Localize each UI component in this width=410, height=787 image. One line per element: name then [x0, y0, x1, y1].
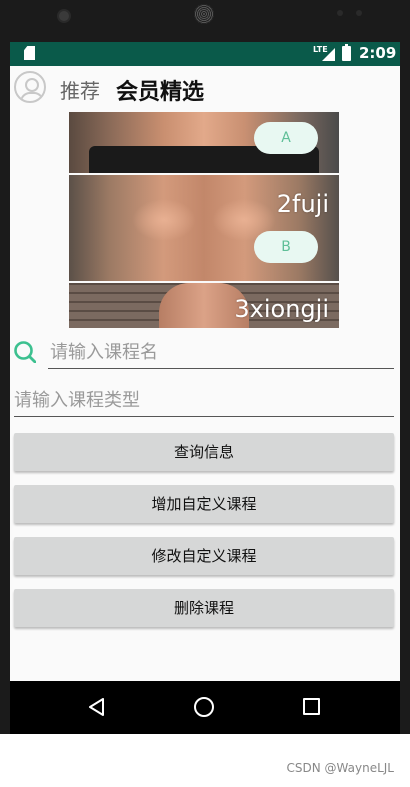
banner-caption-3: 3xiongji — [234, 295, 329, 323]
course-name-input[interactable] — [48, 337, 394, 369]
banner-button-a[interactable]: A — [254, 122, 318, 154]
app-content: 推荐 会员精选 A B 2fuji 3xiongji 查询信息 增加自定义课程 … — [10, 66, 400, 681]
status-bar: LTE 2:09 — [10, 42, 400, 66]
banner-caption-2: 2fuji — [276, 190, 329, 218]
home-icon[interactable] — [194, 697, 214, 717]
image-banner[interactable]: A B 2fuji 3xiongji — [69, 112, 339, 328]
battery-icon — [342, 44, 351, 61]
recent-apps-icon[interactable] — [303, 698, 320, 715]
light-sensor — [356, 10, 362, 16]
front-camera — [57, 9, 71, 23]
search-icon — [14, 341, 36, 363]
tab-vip-selection[interactable]: 会员精选 — [116, 74, 204, 106]
back-icon[interactable] — [88, 698, 106, 716]
tab-recommend[interactable]: 推荐 — [60, 75, 100, 104]
edit-course-button[interactable]: 修改自定义课程 — [14, 537, 394, 575]
right-bezel — [400, 42, 410, 734]
signal-icon — [322, 48, 335, 61]
status-time: 2:09 — [359, 44, 397, 62]
earpiece-speaker — [194, 4, 214, 24]
watermark: CSDN @WayneLJL — [286, 761, 394, 775]
query-button[interactable]: 查询信息 — [14, 433, 394, 471]
left-bezel — [0, 42, 10, 734]
proximity-sensor — [337, 10, 343, 16]
phone-top-bezel — [0, 0, 410, 42]
avatar-icon[interactable] — [14, 71, 46, 103]
banner-button-b[interactable]: B — [254, 231, 318, 263]
add-course-button[interactable]: 增加自定义课程 — [14, 485, 394, 523]
sd-card-icon — [24, 46, 35, 60]
delete-course-button[interactable]: 删除课程 — [14, 589, 394, 627]
navigation-bar — [10, 681, 400, 734]
course-type-input[interactable] — [14, 384, 394, 417]
